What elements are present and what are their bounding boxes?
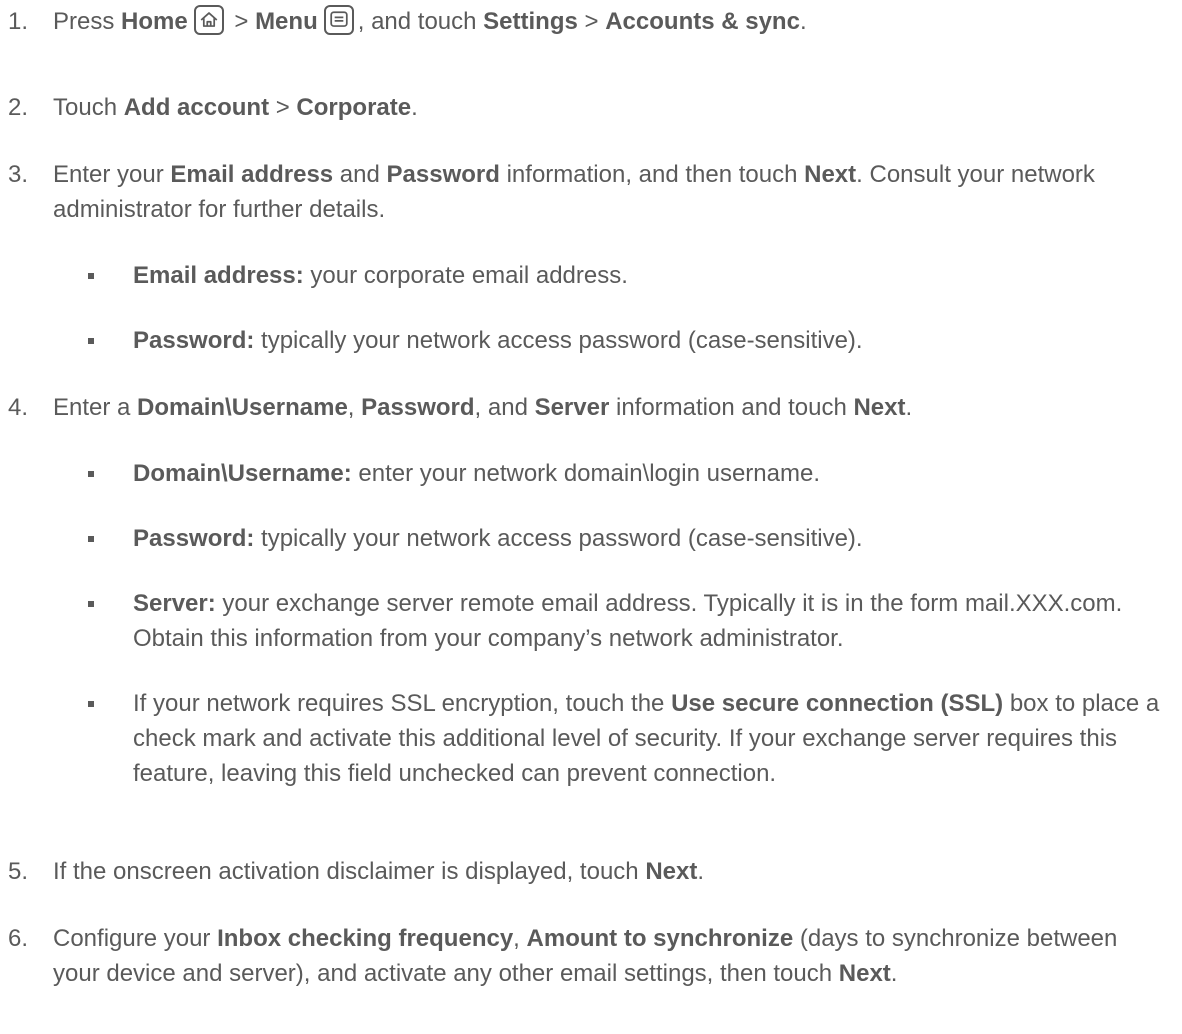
bullet-server: Server: your exchange server remote emai… xyxy=(88,586,1174,656)
step-number: 5. xyxy=(8,858,29,885)
step-number: 6. xyxy=(8,925,29,952)
home-icon xyxy=(193,4,224,35)
step-number: 2. xyxy=(8,94,29,121)
step-5: 5. If the onscreen activation disclaimer… xyxy=(8,854,1168,889)
step-text: Enter a Domain\Username, Password, and S… xyxy=(53,394,913,421)
step-number: 1. xyxy=(8,8,29,35)
bullet-password: Password: typically your network access … xyxy=(88,323,1174,358)
bullet-password: Password: typically your network access … xyxy=(88,521,1174,556)
bullet-text: Email address: your corporate email addr… xyxy=(133,262,628,289)
bullet-text: Server: your exchange server remote emai… xyxy=(133,590,1123,652)
bullet-mark xyxy=(88,601,94,607)
step-number: 4. xyxy=(8,394,29,421)
step-number: 3. xyxy=(8,161,29,188)
menu-icon xyxy=(323,4,354,35)
bullet-domain-username: Domain\Username: enter your network doma… xyxy=(88,456,1174,491)
bullet-text: Password: typically your network access … xyxy=(133,327,863,354)
step-text: If the onscreen activation disclaimer is… xyxy=(53,858,705,885)
bullet-email-address: Email address: your corporate email addr… xyxy=(88,258,1174,293)
bullet-mark xyxy=(88,536,94,542)
bullet-mark xyxy=(88,471,94,477)
bullet-text: If your network requires SSL encryption,… xyxy=(133,690,1160,787)
step-text: Press Home > Menu, and touch Settings > … xyxy=(53,4,1168,39)
bullet-mark xyxy=(88,701,94,707)
bullet-mark xyxy=(88,273,94,279)
step-text: Configure your Inbox checking frequency,… xyxy=(53,925,1118,987)
step-2: 2. Touch Add account > Corporate. xyxy=(8,90,1168,125)
step-3: 3. Enter your Email address and Password… xyxy=(8,157,1168,227)
bullet-text: Domain\Username: enter your network doma… xyxy=(133,460,820,487)
document-page: 1. Press Home > Menu, and touch Settings… xyxy=(0,0,1182,1034)
step-1: 1. Press Home > Menu, and touch Settings… xyxy=(8,4,1168,39)
step-text: Touch Add account > Corporate. xyxy=(53,94,418,121)
bullet-mark xyxy=(88,338,94,344)
step-4: 4. Enter a Domain\Username, Password, an… xyxy=(8,390,1168,425)
step-6: 6. Configure your Inbox checking frequen… xyxy=(8,921,1168,991)
step-text: Enter your Email address and Password in… xyxy=(53,161,1095,223)
bullet-ssl: If your network requires SSL encryption,… xyxy=(88,686,1174,791)
bullet-text: Password: typically your network access … xyxy=(133,525,863,552)
